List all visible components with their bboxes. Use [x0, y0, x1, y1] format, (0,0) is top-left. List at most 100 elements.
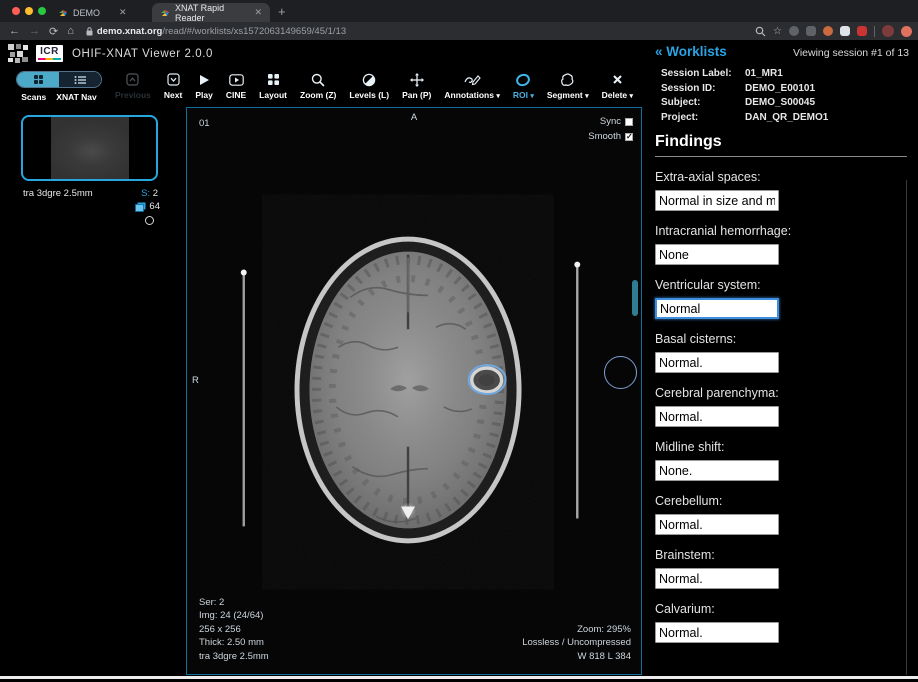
app-header: ICR OHIF-XNAT Viewer 2.0.0 [0, 40, 645, 67]
browser-extension-icon[interactable] [857, 26, 867, 36]
zoom-tool-button[interactable]: Zoom (Z) [300, 72, 336, 100]
divider [655, 156, 907, 157]
intracranial-hemorrhage-input[interactable] [655, 244, 779, 265]
previous-button[interactable]: Previous [115, 72, 151, 100]
ohif-xnat-app: ICR OHIF-XNAT Viewer 2.0.0 [0, 40, 918, 679]
cine-icon [229, 72, 244, 87]
orientation-marker-right: R [192, 375, 199, 386]
divider [874, 26, 875, 37]
grid-icon [33, 74, 44, 85]
layout-icon [267, 72, 280, 87]
pan-tool-button[interactable]: Pan (P) [402, 72, 431, 100]
stack-scrollbar[interactable] [632, 280, 638, 316]
browser-actions: ☆ [755, 22, 912, 40]
list-icon [74, 75, 86, 85]
next-button[interactable]: Next [164, 72, 182, 100]
address-field[interactable]: demo.xnat.org/read/#/worklists/xs1572063… [86, 26, 346, 37]
session-info: Session Label: 01_MR1 Session ID: DEMO_E… [661, 68, 910, 126]
series-thumbnail[interactable] [21, 115, 158, 181]
browser-update-icon[interactable] [901, 26, 912, 37]
browser-tab-demo[interactable]: DEMO ✕ [50, 3, 150, 22]
xnat-favicon [58, 8, 68, 18]
chevron-down-icon: ▾ [530, 93, 534, 100]
delete-menu-button[interactable]: Delete ▾ [602, 72, 633, 100]
session-row: Subject: DEMO_S00045 [661, 97, 910, 108]
reload-icon[interactable]: ⟳ [49, 25, 58, 38]
chevron-down-icon: ▾ [585, 93, 589, 100]
smooth-checkbox[interactable] [625, 133, 633, 141]
window-minimize-button[interactable] [25, 7, 33, 15]
smooth-label: Smooth [588, 131, 621, 142]
worklist-panel: « Worklists Viewing session #1 of 13 Ses… [645, 40, 918, 679]
chevron-down-icon: ▾ [496, 93, 500, 100]
browser-tab-xnat-rapid-reader[interactable]: XNAT Rapid Reader ✕ [152, 3, 270, 22]
annotations-icon [464, 72, 481, 87]
forward-icon[interactable]: → [29, 25, 40, 37]
calvarium-input[interactable] [655, 622, 779, 643]
home-icon[interactable]: ⌂ [67, 25, 74, 37]
cerebral-parenchyma-input[interactable] [655, 406, 779, 427]
profile-avatar[interactable] [882, 25, 894, 37]
image-viewport[interactable]: 01 A R Sync Smooth Ser: 2 Img: 24 (24/64… [186, 107, 642, 675]
finding-field-cerebellum: Cerebellum: [655, 494, 907, 535]
annotations-menu-button[interactable]: Annotations ▾ [444, 72, 499, 100]
thumbnail-image [51, 117, 129, 179]
cerebellum-input[interactable] [655, 514, 779, 535]
sync-checkbox-row[interactable]: Sync [600, 116, 633, 127]
play-button[interactable]: Play [195, 72, 213, 100]
bookmark-star-icon[interactable]: ☆ [773, 26, 782, 37]
worklists-back-link[interactable]: « Worklists [655, 44, 727, 59]
extra-axial-spaces-input[interactable] [655, 190, 779, 211]
roi-menu-button[interactable]: ROI ▾ [513, 72, 534, 100]
xnat-logo [8, 44, 29, 63]
cine-button[interactable]: CINE [226, 72, 246, 100]
scans-toggle-button[interactable] [17, 72, 59, 87]
ventricular-system-input[interactable] [655, 298, 779, 319]
stack-icon [135, 202, 146, 212]
basal-cisterns-input[interactable] [655, 352, 779, 373]
series-name: tra 3dgre 2.5mm [23, 188, 93, 199]
window-zoom-button[interactable] [38, 7, 46, 15]
back-icon[interactable]: ← [9, 25, 20, 37]
panel-scrollbar[interactable] [906, 180, 907, 675]
tab-close-icon[interactable]: ✕ [119, 7, 127, 18]
browser-extension-icon[interactable] [823, 26, 833, 36]
layout-button[interactable]: Layout [259, 72, 287, 100]
zoom-icon [311, 72, 325, 87]
screen: DEMO ✕ XNAT Rapid Reader ✕ + ← → ⟳ ⌂ dem… [0, 0, 918, 682]
xnat-nav-toggle-button[interactable] [59, 72, 101, 87]
window-close-button[interactable] [12, 7, 20, 15]
levels-tool-button[interactable]: Levels (L) [349, 72, 389, 100]
orientation-marker-anterior: A [411, 112, 417, 123]
segment-menu-button[interactable]: Segment ▾ [547, 72, 589, 100]
session-row: Project: DAN_QR_DEMO1 [661, 112, 910, 123]
frame-count: 64 [135, 201, 160, 212]
finding-field-ventricular-system: Ventricular system: [655, 278, 907, 319]
levels-icon [362, 72, 376, 87]
contour-collection-icon[interactable] [145, 216, 154, 225]
browser-extension-icon[interactable] [840, 26, 850, 36]
page-zoom-icon[interactable] [755, 26, 766, 37]
browser-extension-icon[interactable] [789, 26, 799, 36]
browser-extension-icon[interactable] [806, 26, 816, 36]
url-path: /read/#/worklists/xs1572063149659/45/1/1… [162, 26, 346, 37]
new-tab-button[interactable]: + [278, 4, 286, 19]
toolbar: Scans XNAT Nav Previous Next [0, 67, 645, 106]
brainstem-input[interactable] [655, 568, 779, 589]
delete-icon [612, 72, 623, 87]
viewing-session-status: Viewing session #1 of 13 [793, 47, 909, 59]
icr-logo: ICR [36, 45, 63, 62]
xnat-nav-label: XNAT Nav [56, 92, 96, 102]
play-icon [199, 72, 210, 87]
zoom-info-overlay: Zoom: 295% Lossless / Uncompressed W 818… [522, 623, 631, 664]
smooth-checkbox-row[interactable]: Smooth [588, 131, 633, 142]
sync-checkbox[interactable] [625, 118, 633, 126]
finding-field-brainstem: Brainstem: [655, 548, 907, 589]
tab-title: XNAT Rapid Reader [175, 3, 235, 23]
findings-title: Findings [655, 133, 907, 151]
session-row: Session ID: DEMO_E00101 [661, 83, 910, 94]
finding-field-basal-cisterns: Basal cisterns: [655, 332, 907, 373]
session-row: Session Label: 01_MR1 [661, 68, 910, 79]
midline-shift-input[interactable] [655, 460, 779, 481]
tab-close-icon[interactable]: ✕ [254, 7, 262, 18]
